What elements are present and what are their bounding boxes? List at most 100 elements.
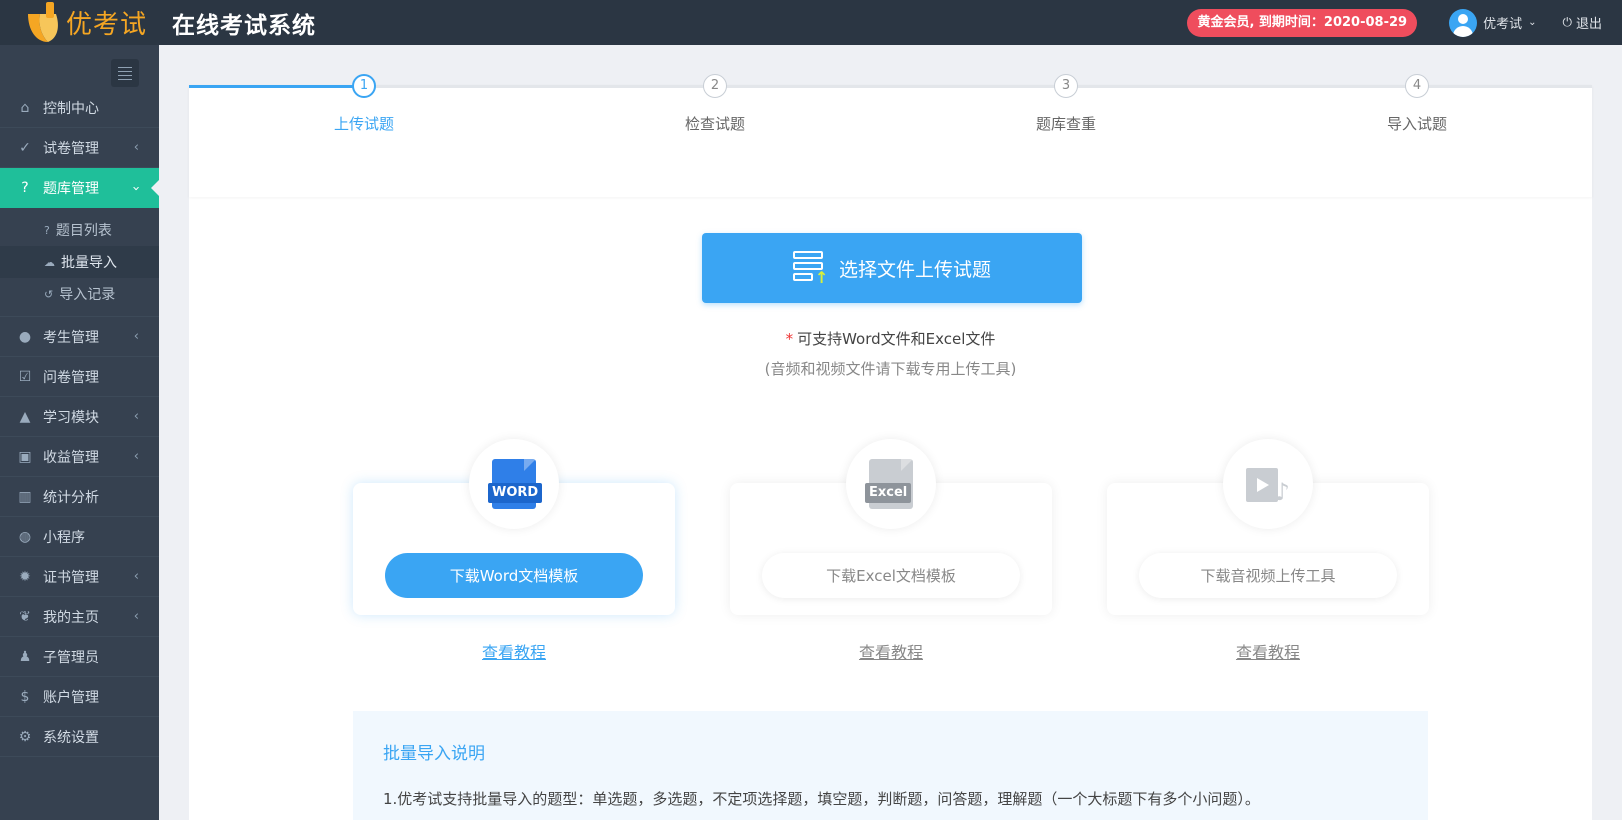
- step-dedupe: 3 题库查重: [996, 74, 1136, 134]
- chevron-left-icon: ‹: [133, 409, 139, 424]
- sidebar-item-label: 学习模块: [43, 409, 99, 426]
- step-label: 检查试题: [684, 115, 745, 133]
- excel-icon-circle: Excel: [846, 439, 936, 529]
- required-star: *: [785, 330, 794, 348]
- checkbox-icon: ☑: [18, 368, 32, 385]
- sidebar-menu: ⌂ 控制中心 ✓ 试卷管理 ‹ ? 题库管理 ‹ ? 题目列表 ☁ 批量导入 ↺…: [0, 88, 159, 757]
- sidebar-item-label: 考生管理: [43, 329, 99, 346]
- chevron-left-icon: ‹: [133, 569, 139, 584]
- support-sub-note: (音频和视频文件请下载专用上传工具): [764, 360, 1017, 378]
- excel-file-icon: Excel: [865, 459, 913, 509]
- sidebar-item-statistics[interactable]: ▥ 统计分析: [0, 477, 159, 517]
- user-name: 优考试: [1483, 17, 1523, 32]
- logout-button[interactable]: ⏻ 退出: [1562, 13, 1602, 32]
- step-upload: 1 上传试题: [294, 74, 434, 134]
- sidebar-subitem-label: 批量导入: [61, 255, 117, 271]
- logo-mark-icon: [22, 0, 62, 45]
- chevron-left-icon: ‹: [133, 609, 139, 624]
- sidebar-item-revenue[interactable]: ▣ 收益管理 ‹: [0, 437, 159, 477]
- sidebar-item-account[interactable]: $ 账户管理: [0, 677, 159, 717]
- wechat-icon: ◍: [18, 528, 32, 545]
- sidebar-item-label: 控制中心: [43, 100, 99, 117]
- check-circle-icon: ✓: [19, 139, 31, 156]
- word-file-icon: WORD: [488, 459, 543, 509]
- media-icon-circle: ♪: [1223, 439, 1313, 529]
- sidebar-toggle-button[interactable]: [111, 59, 139, 87]
- upload-file-button[interactable]: ↑ 选择文件上传试题: [702, 233, 1082, 303]
- sidebar-item-sub-admins[interactable]: ♟ 子管理员: [0, 637, 159, 677]
- chevron-left-icon: ‹: [133, 140, 139, 155]
- word-icon-circle: WORD: [469, 439, 559, 529]
- sidebar-item-learning[interactable]: ▲ 学习模块 ‹: [0, 397, 159, 437]
- user-menu[interactable]: 优考试 ⌄: [1449, 8, 1537, 37]
- sidebar-subitem-batch-import[interactable]: ☁ 批量导入: [0, 246, 159, 278]
- chevron-down-icon: ⌄: [1528, 17, 1537, 28]
- sidebar-item-label: 收益管理: [43, 449, 99, 466]
- member-badge[interactable]: 黄金会员, 到期时间：2020-08-29: [1187, 8, 1418, 37]
- sidebar-item-examinees[interactable]: ● 考生管理 ‹: [0, 317, 159, 357]
- step-import: 4 导入试题: [1347, 74, 1487, 134]
- sidebar-item-question-bank[interactable]: ? 题库管理 ‹: [0, 168, 159, 208]
- main-content: ↑ 选择文件上传试题 * 可支持Word文件和Excel文件 (音频和视频文件请下…: [189, 45, 1592, 820]
- sidebar-subitem-question-list[interactable]: ? 题目列表: [0, 214, 159, 246]
- sidebar-item-certificates[interactable]: ✹ 证书管理 ‹: [0, 557, 159, 597]
- power-icon: ⏻: [1562, 15, 1572, 29]
- step-check: 2 检查试题: [645, 74, 785, 134]
- download-media-tool-button[interactable]: 下载音视频上传工具: [1139, 553, 1397, 598]
- sidebar-item-label: 系统设置: [43, 729, 99, 746]
- sidebar-item-label: 问卷管理: [43, 369, 99, 386]
- sidebar-item-miniprogram[interactable]: ◍ 小程序: [0, 517, 159, 557]
- download-excel-template-button[interactable]: 下载Excel文档模板: [762, 553, 1020, 598]
- question-circle-icon: ?: [44, 223, 50, 237]
- excel-tutorial-link[interactable]: 查看教程: [730, 639, 1052, 663]
- money-icon: ▣: [18, 448, 32, 465]
- chevron-left-icon: ‹: [133, 329, 139, 344]
- sidebar-subitem-import-history[interactable]: ↺ 导入记录: [0, 278, 159, 310]
- upload-server-icon: ↑: [792, 251, 831, 286]
- logo-text: 优考试: [66, 10, 148, 40]
- word-icon-tag: WORD: [488, 483, 543, 503]
- cloud-upload-icon: ☁: [44, 255, 55, 269]
- media-tutorial-link[interactable]: 查看教程: [1107, 639, 1429, 663]
- top-header: 优考试 在线考试系统 黄金会员, 到期时间：2020-08-29 优考试 ⌄ ⏻…: [0, 0, 1622, 45]
- upload-panel: ↑ 选择文件上传试题 * 可支持Word文件和Excel文件 (音频和视频文件请下…: [189, 153, 1592, 820]
- import-steps: 1 上传试题 2 检查试题 3 题库查重 4 导入试题: [189, 74, 1592, 197]
- graduation-cap-icon: ▲: [19, 408, 31, 425]
- leaf-icon: ❦: [19, 608, 31, 625]
- word-tutorial-link[interactable]: 查看教程: [353, 639, 675, 663]
- logout-label: 退出: [1575, 17, 1602, 32]
- sidebar-item-label: 证书管理: [43, 569, 99, 586]
- download-word-template-button[interactable]: 下载Word文档模板: [385, 553, 643, 598]
- step-number: 1: [352, 74, 376, 98]
- sidebar-item-surveys[interactable]: ☑ 问卷管理: [0, 357, 159, 397]
- step-number: 2: [703, 74, 727, 98]
- media-tool-card: ♪ 下载音视频上传工具: [1107, 439, 1429, 615]
- sidebar-item-papers[interactable]: ✓ 试卷管理 ‹: [0, 128, 159, 168]
- sidebar-item-dashboard[interactable]: ⌂ 控制中心: [0, 88, 159, 128]
- word-template-card: WORD 下载Word文档模板: [353, 439, 675, 615]
- sidebar-item-label: 统计分析: [43, 489, 99, 506]
- bar-chart-icon: ▥: [18, 488, 32, 505]
- sidebar-item-label: 我的主页: [43, 609, 99, 626]
- chevron-left-icon: ‹: [133, 449, 139, 464]
- guide-line: 1.优考试支持批量导入的题型：单选题，多选题，不定项选择题，填空题，判断题，问答…: [383, 790, 1260, 808]
- sidebar-item-label: 试卷管理: [43, 140, 99, 157]
- sidebar-item-settings[interactable]: ⚙ 系统设置: [0, 717, 159, 757]
- sidebar-subitem-label: 导入记录: [59, 287, 116, 303]
- sidebar-item-label: 账户管理: [43, 689, 99, 706]
- history-icon: ↺: [44, 287, 54, 301]
- guide-title: 批量导入说明: [383, 744, 485, 764]
- logo[interactable]: 优考试: [0, 0, 158, 45]
- video-file-icon: ♪: [1246, 464, 1290, 504]
- step-label: 导入试题: [1386, 115, 1447, 133]
- sidebar-item-label: 小程序: [43, 529, 85, 546]
- support-note-text: 可支持Word文件和Excel文件: [797, 330, 996, 348]
- dollar-icon: $: [20, 688, 30, 705]
- sidebar-subitem-label: 题目列表: [55, 223, 112, 239]
- avatar: [1449, 8, 1478, 37]
- sidebar-item-homepage[interactable]: ❦ 我的主页 ‹: [0, 597, 159, 637]
- excel-template-card: Excel 下载Excel文档模板: [730, 439, 1052, 615]
- step-label: 上传试题: [333, 115, 394, 133]
- sidebar-item-label: 子管理员: [43, 649, 99, 666]
- user-icon: ●: [18, 328, 32, 345]
